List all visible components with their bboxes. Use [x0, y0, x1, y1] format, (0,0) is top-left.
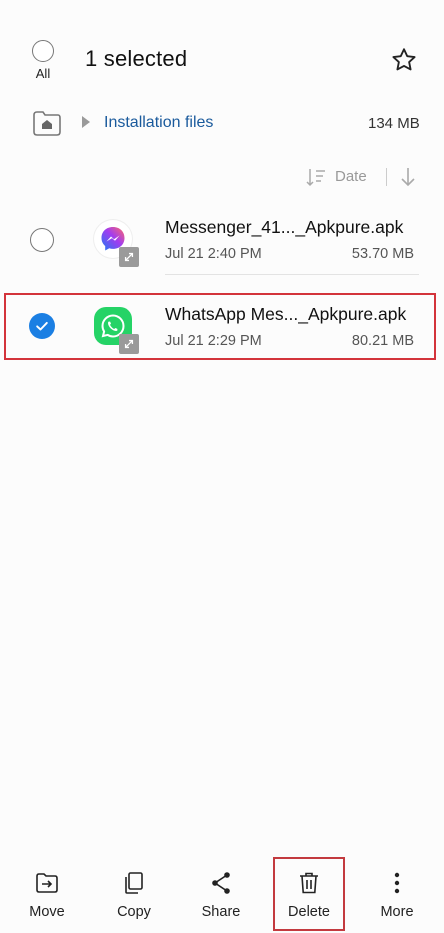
- breadcrumb-folder-link[interactable]: Installation files: [104, 114, 213, 132]
- move-button[interactable]: Move: [17, 870, 77, 920]
- folder-size: 134 MB: [368, 115, 420, 132]
- selected-row-highlight: [4, 293, 436, 360]
- file-checkbox[interactable]: [30, 228, 54, 252]
- move-icon: [36, 873, 58, 893]
- file-name: Messenger_41..._Apkpure.apk: [165, 217, 404, 237]
- file-row-messenger[interactable]: Messenger_41..._Apkpure.apk Jul 21 2:40 …: [0, 203, 444, 275]
- more-button[interactable]: More: [367, 870, 427, 920]
- file-size: 53.70 MB: [351, 246, 414, 262]
- move-label: Move: [29, 904, 65, 920]
- sort-icon[interactable]: [305, 166, 327, 188]
- row-divider: [165, 274, 419, 275]
- more-label: More: [380, 904, 414, 920]
- breadcrumb-arrow-icon: [82, 116, 90, 128]
- page-title: 1 selected: [85, 46, 188, 71]
- more-vertical-icon: [394, 872, 400, 894]
- star-icon[interactable]: [390, 46, 418, 74]
- share-icon: [212, 872, 230, 894]
- sort-divider: [386, 168, 387, 186]
- sort-by-label[interactable]: Date: [335, 168, 367, 185]
- file-date: Jul 21 2:40 PM: [165, 246, 262, 262]
- copy-icon: [125, 872, 143, 894]
- share-label: Share: [201, 904, 241, 920]
- select-all-checkbox[interactable]: [32, 40, 54, 62]
- arrow-down-icon[interactable]: [398, 165, 418, 189]
- delete-button-highlight: [273, 857, 345, 931]
- select-all-label: All: [35, 66, 51, 81]
- apk-install-badge-icon: [119, 247, 139, 267]
- copy-button[interactable]: Copy: [104, 870, 164, 920]
- select-all-toggle[interactable]: All: [28, 40, 58, 81]
- home-folder-icon[interactable]: [32, 109, 62, 137]
- copy-label: Copy: [117, 904, 151, 920]
- share-button[interactable]: Share: [191, 870, 251, 920]
